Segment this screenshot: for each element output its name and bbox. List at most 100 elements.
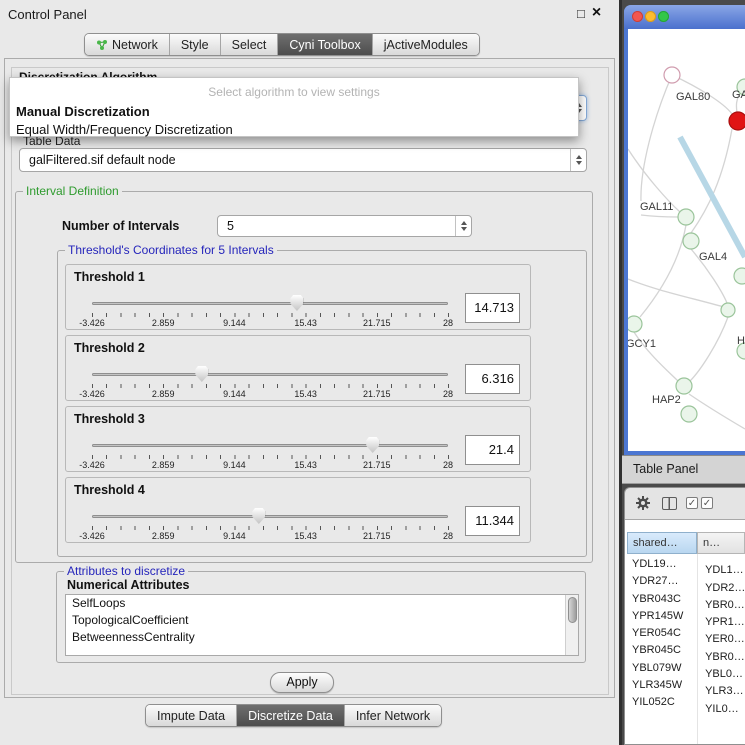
slider-ticks: [92, 384, 449, 388]
network-node[interactable]: [664, 67, 680, 83]
cell-shared-name: YBL079W: [627, 660, 695, 677]
number-of-intervals-combo[interactable]: 5: [217, 215, 472, 237]
column-header[interactable]: n…: [697, 532, 745, 554]
slider-thumb[interactable]: [290, 295, 303, 311]
table-data-combo[interactable]: galFiltered.sif default node: [19, 148, 587, 172]
table-row[interactable]: YDR27… YDR2…: [627, 573, 745, 590]
close-traffic-light-icon[interactable]: [632, 11, 643, 22]
tab-discretize-data[interactable]: Discretize Data: [237, 705, 345, 726]
zoom-traffic-light-icon[interactable]: [658, 11, 669, 22]
slider-scale-label: 15.43: [294, 318, 317, 328]
group-title: Attributes to discretize: [64, 564, 188, 578]
threshold-label: Threshold 4: [74, 483, 145, 497]
table-row[interactable]: YLR345W YLR3…: [627, 677, 745, 694]
list-item[interactable]: TopologicalCoefficient: [66, 612, 578, 629]
table-row[interactable]: YER054C YER0…: [627, 625, 745, 642]
table-row[interactable]: YBR043C YBR0…: [627, 591, 745, 608]
dropdown-item-equal-width-frequency[interactable]: Equal Width/Frequency Discretization: [10, 119, 578, 137]
threshold-slider[interactable]: [92, 508, 448, 524]
threshold-value-field[interactable]: 14.713: [465, 293, 520, 323]
scrollbar[interactable]: [565, 595, 578, 655]
network-node[interactable]: [681, 406, 697, 422]
scrollbar-thumb[interactable]: [568, 597, 577, 623]
slider-scale-label: 21.715: [363, 318, 391, 328]
table-row[interactable]: YBR045C YBR0…: [627, 642, 745, 659]
tab-label: Select: [232, 38, 267, 52]
window-title: Control Panel: [8, 7, 87, 22]
combo-value: galFiltered.sif default node: [20, 153, 570, 167]
list-item[interactable]: BetweennessCentrality: [66, 629, 578, 646]
threshold-value-field[interactable]: 21.4: [465, 435, 520, 465]
slider-thumb[interactable]: [252, 508, 265, 524]
slider-thumb[interactable]: [366, 437, 379, 453]
tab-select[interactable]: Select: [221, 34, 279, 55]
list-item[interactable]: SelfLoops: [66, 595, 578, 612]
network-node[interactable]: [734, 268, 745, 284]
close-icon[interactable]: ×: [592, 4, 601, 22]
tab-style[interactable]: Style: [170, 34, 221, 55]
select-all-checkbox-icon[interactable]: ✓: [686, 497, 698, 509]
tab-label: Infer Network: [356, 709, 430, 723]
minimize-traffic-light-icon[interactable]: [645, 11, 656, 22]
control-panel-tab-bar: Network Style Select Cyni Toolbox jActiv…: [84, 33, 480, 56]
network-node[interactable]: [628, 316, 642, 332]
number-of-intervals-label: Number of Intervals: [62, 219, 179, 233]
slider-track[interactable]: [92, 373, 448, 376]
dropdown-placeholder-item[interactable]: Select algorithm to view settings: [10, 78, 578, 99]
network-node[interactable]: [683, 233, 699, 249]
network-node[interactable]: [721, 303, 735, 317]
table-rows: YDL19… YDL1… YDR27… YDR2… YBR043C YBR0…: [627, 556, 745, 744]
slider-scale-label: 2.859: [152, 460, 175, 470]
table-row[interactable]: YBL079W YBL0…: [627, 660, 745, 677]
gear-icon[interactable]: [635, 495, 651, 511]
numerical-attributes-list[interactable]: SelfLoops TopologicalCoefficient Between…: [65, 594, 579, 656]
network-window-titlebar[interactable]: [624, 5, 745, 29]
tab-impute-data[interactable]: Impute Data: [146, 705, 237, 726]
threshold-slider[interactable]: [92, 366, 448, 382]
threshold-slider[interactable]: [92, 295, 448, 311]
tab-label: Discretize Data: [248, 709, 333, 723]
tab-network[interactable]: Network: [85, 34, 170, 55]
numerical-attributes-label: Numerical Attributes: [67, 578, 189, 592]
dropdown-item-manual-discretization[interactable]: Manual Discretization: [10, 101, 578, 119]
threshold-slider[interactable]: [92, 437, 448, 453]
combo-stepper-icon[interactable]: [455, 216, 471, 236]
show-columns-icon[interactable]: [662, 497, 677, 510]
tab-infer-network[interactable]: Infer Network: [345, 705, 441, 726]
table-row[interactable]: YPR145W YPR1…: [627, 608, 745, 625]
cell-shared-name: YPR145W: [627, 608, 695, 625]
tab-cyni-toolbox[interactable]: Cyni Toolbox: [278, 34, 372, 55]
slider-scale-label: 28: [443, 389, 453, 399]
slider-thumb[interactable]: [195, 366, 208, 382]
network-node[interactable]: [676, 378, 692, 394]
float-window-icon[interactable]: □: [577, 6, 585, 21]
slider-track[interactable]: [92, 515, 448, 518]
slider-track[interactable]: [92, 302, 448, 305]
slider-track[interactable]: [92, 444, 448, 447]
deselect-all-checkbox-icon[interactable]: ✓: [701, 497, 713, 509]
tab-label: jActiveModules: [384, 38, 468, 52]
tab-label: Impute Data: [157, 709, 225, 723]
network-node[interactable]: [729, 112, 745, 130]
slider-scale-label: 21.715: [363, 389, 391, 399]
slider-scale-label: -3.426: [79, 318, 105, 328]
group-title: Interval Definition: [23, 184, 122, 198]
group-title: Threshold's Coordinates for 5 Intervals: [65, 243, 277, 257]
apply-button[interactable]: Apply: [270, 672, 334, 693]
table-row[interactable]: YDL19… YDL1…: [627, 556, 745, 573]
cell-shared-name: YLR345W: [627, 677, 695, 694]
column-header[interactable]: shared…: [627, 532, 697, 554]
threshold-value-field[interactable]: 11.344: [465, 506, 520, 536]
network-edge: [690, 317, 728, 381]
tab-jactivemodules[interactable]: jActiveModules: [373, 34, 479, 55]
network-view-window: GAL80GAGAL11GAL4GCY1HHAP2: [624, 5, 745, 455]
cyni-mode-tab-bar: Impute Data Discretize Data Infer Networ…: [145, 704, 442, 727]
threshold-value-field[interactable]: 6.316: [465, 364, 520, 394]
network-canvas[interactable]: GAL80GAGAL11GAL4GCY1HHAP2: [628, 29, 745, 451]
table-row[interactable]: YIL052C YIL0…: [627, 694, 745, 711]
network-node[interactable]: [678, 209, 694, 225]
network-node-label: GAL4: [699, 251, 727, 263]
right-region: GAL80GAGAL11GAL4GCY1HHAP2 Table Panel ✓ …: [622, 0, 745, 745]
combo-stepper-icon[interactable]: [570, 149, 586, 171]
table-panel-header: Table Panel: [622, 455, 745, 484]
